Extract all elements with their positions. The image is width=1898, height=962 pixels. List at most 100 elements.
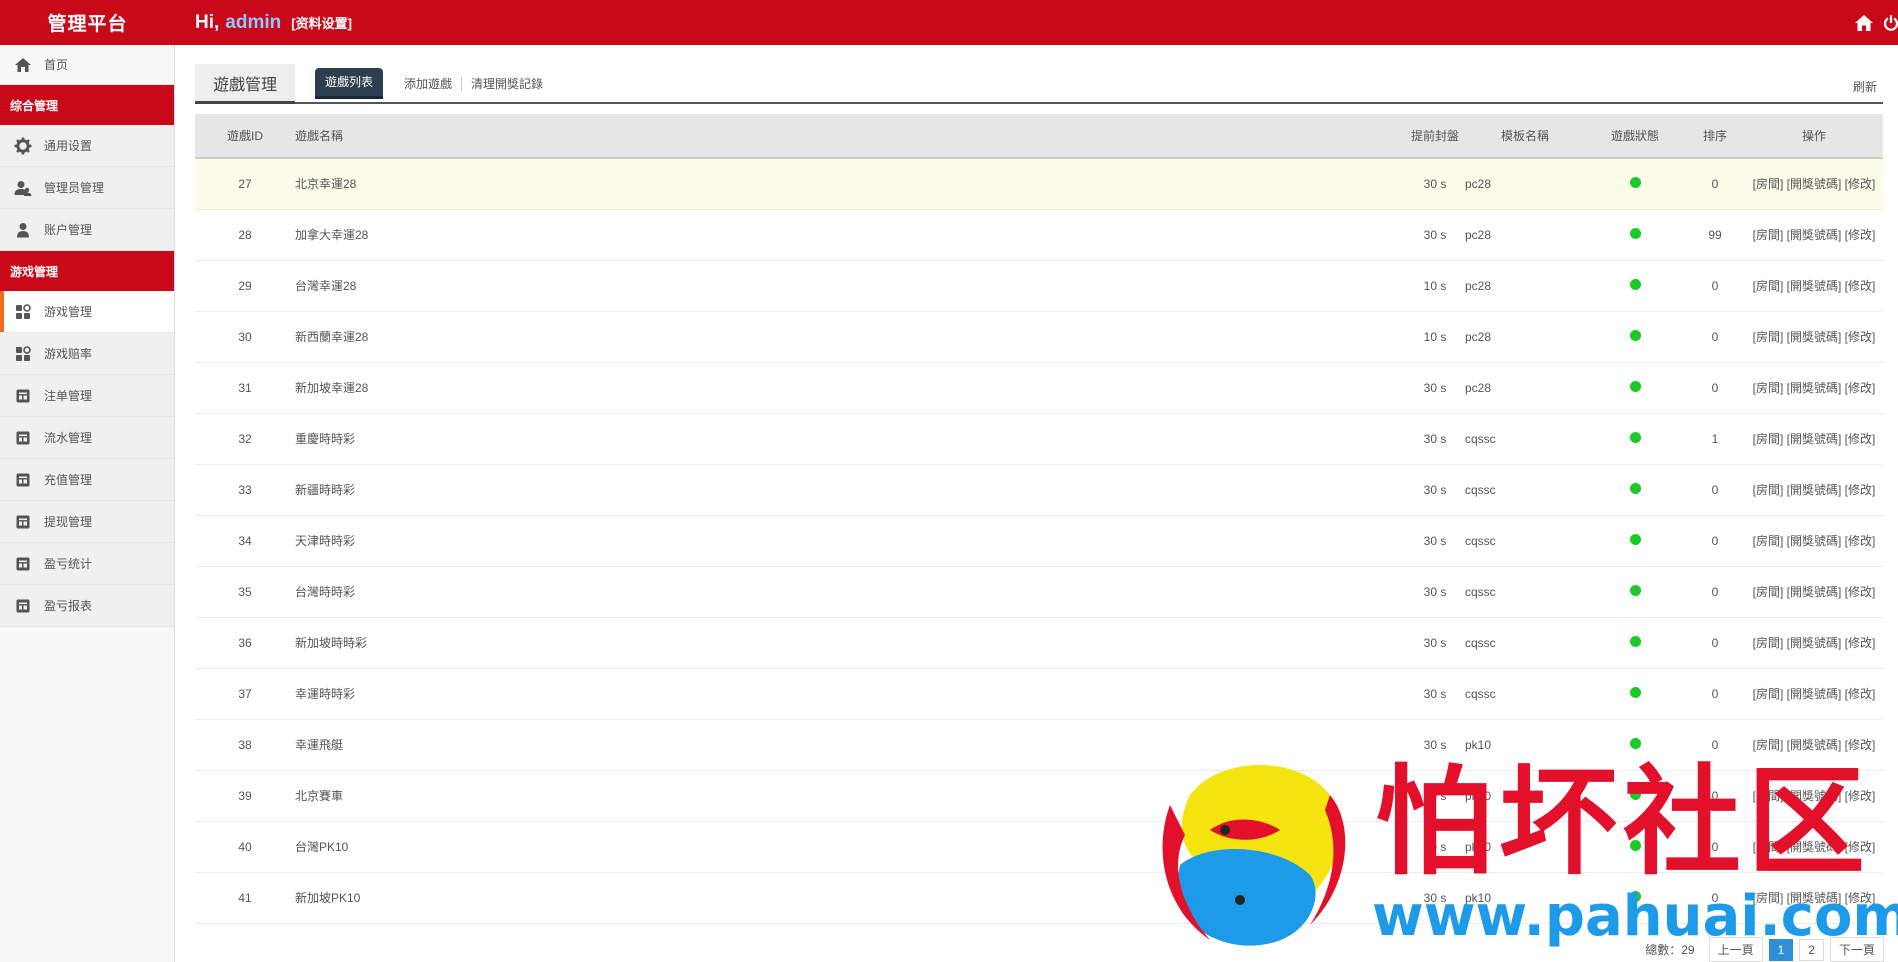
- edit-link[interactable]: [修改]: [1845, 483, 1876, 497]
- power-icon[interactable]: [1884, 14, 1898, 32]
- draw-numbers-link[interactable]: [開獎號碼]: [1787, 687, 1842, 701]
- draw-numbers-link[interactable]: [開獎號碼]: [1787, 279, 1842, 293]
- table-row: 40 台灣PK10 30 s pk10 0 [房間] [開獎號碼] [修改]: [195, 821, 1883, 873]
- edit-link[interactable]: [修改]: [1845, 534, 1876, 548]
- sidebar-item-admin-management[interactable]: 管理员管理: [0, 167, 174, 209]
- edit-link[interactable]: [修改]: [1845, 177, 1876, 191]
- edit-link[interactable]: [修改]: [1845, 585, 1876, 599]
- page-button-1[interactable]: 1: [1768, 938, 1794, 961]
- cell-game-id: 40: [195, 821, 295, 873]
- profile-settings-link[interactable]: [资料设置]: [291, 13, 352, 32]
- sidebar-item-home[interactable]: 首页: [0, 45, 174, 85]
- username[interactable]: admin: [225, 12, 281, 34]
- edit-link[interactable]: [修改]: [1845, 789, 1876, 803]
- draw-numbers-link[interactable]: [開獎號碼]: [1787, 228, 1842, 242]
- cell-close-time: 30 s: [1405, 719, 1465, 771]
- rooms-link[interactable]: [房間]: [1753, 585, 1784, 599]
- cell-game-name: 台灣PK10: [295, 821, 1405, 873]
- page-tab-game-management[interactable]: 遊戲管理: [195, 64, 295, 104]
- edit-link[interactable]: [修改]: [1845, 228, 1876, 242]
- sidebar-item-general-settings[interactable]: 通用设置: [0, 125, 174, 167]
- cell-game-id: 33: [195, 464, 295, 516]
- draw-numbers-link[interactable]: [開獎號碼]: [1787, 483, 1842, 497]
- cell-template: pc28: [1465, 158, 1585, 210]
- draw-numbers-link[interactable]: [開獎號碼]: [1787, 381, 1842, 395]
- cell-game-name: 台灣時時彩: [295, 566, 1405, 618]
- cell-template: cqssc: [1465, 464, 1585, 516]
- cell-close-time: 30 s: [1405, 668, 1465, 720]
- draw-numbers-link[interactable]: [開獎號碼]: [1787, 330, 1842, 344]
- status-dot-icon: [1629, 482, 1641, 494]
- rooms-link[interactable]: [房間]: [1753, 738, 1784, 752]
- sidebar-item-game-odds[interactable]: 游戏赔率: [0, 333, 174, 375]
- sidebar-item-profit-stats[interactable]: 盈亏统计: [0, 543, 174, 585]
- page-button-2[interactable]: 2: [1799, 938, 1824, 961]
- cell-game-name: 北京幸運28: [295, 158, 1405, 210]
- cell-sort: 99: [1685, 209, 1745, 261]
- rooms-link[interactable]: [房間]: [1753, 636, 1784, 650]
- rooms-link[interactable]: [房間]: [1753, 432, 1784, 446]
- sidebar-item-label: 流水管理: [44, 431, 93, 445]
- draw-numbers-link[interactable]: [開獎號碼]: [1787, 432, 1842, 446]
- cell-game-name: 新疆時時彩: [295, 464, 1405, 516]
- sidebar-item-label: 注单管理: [44, 389, 93, 403]
- edit-link[interactable]: [修改]: [1845, 432, 1876, 446]
- cell-actions: [房間] [開獎號碼] [修改]: [1745, 362, 1883, 414]
- edit-link[interactable]: [修改]: [1845, 381, 1876, 395]
- draw-numbers-link[interactable]: [開獎號碼]: [1787, 177, 1842, 191]
- rooms-link[interactable]: [房間]: [1753, 177, 1784, 191]
- table-row: 28 加拿大幸運28 30 s pc28 99 [房間] [開獎號碼] [修改]: [195, 209, 1883, 261]
- rooms-link[interactable]: [房間]: [1753, 687, 1784, 701]
- sidebar-item-game-management[interactable]: 游戏管理: [0, 291, 174, 333]
- draw-numbers-link[interactable]: [開獎號碼]: [1787, 840, 1842, 854]
- tab-clear-draw-records[interactable]: 清理開獎記錄: [462, 77, 552, 91]
- edit-link[interactable]: [修改]: [1845, 738, 1876, 752]
- sidebar-item-flow-management[interactable]: 流水管理: [0, 417, 174, 459]
- next-page-button[interactable]: 下一頁: [1829, 937, 1884, 962]
- edit-link[interactable]: [修改]: [1845, 840, 1876, 854]
- sidebar-item-bet-management[interactable]: 注单管理: [0, 375, 174, 417]
- cell-game-id: 27: [195, 158, 295, 210]
- draw-numbers-link[interactable]: [開獎號碼]: [1787, 738, 1842, 752]
- table-row: 31 新加坡幸運28 30 s pc28 0 [房間] [開獎號碼] [修改]: [195, 362, 1883, 414]
- edit-link[interactable]: [修改]: [1845, 279, 1876, 293]
- cell-status: [1585, 413, 1685, 465]
- sidebar-item-recharge-management[interactable]: 充值管理: [0, 459, 174, 501]
- table-header-row: 遊戲ID 遊戲名稱 提前封盤 模板名稱 遊戲狀態 排序 操作: [195, 114, 1883, 159]
- edit-link[interactable]: [修改]: [1845, 891, 1876, 905]
- prev-page-button[interactable]: 上一頁: [1708, 937, 1763, 962]
- rooms-link[interactable]: [房間]: [1753, 330, 1784, 344]
- sidebar-item-account-management[interactable]: 账户管理: [0, 209, 174, 251]
- cell-template: cqssc: [1465, 413, 1585, 465]
- rooms-link[interactable]: [房間]: [1753, 534, 1784, 548]
- draw-numbers-link[interactable]: [開獎號碼]: [1787, 891, 1842, 905]
- rooms-link[interactable]: [房間]: [1753, 228, 1784, 242]
- draw-numbers-link[interactable]: [開獎號碼]: [1787, 789, 1842, 803]
- draw-numbers-link[interactable]: [開獎號碼]: [1787, 534, 1842, 548]
- rooms-link[interactable]: [房間]: [1753, 789, 1784, 803]
- sidebar-item-withdraw-management[interactable]: 提现管理: [0, 501, 174, 543]
- cell-game-name: 新加坡幸運28: [295, 362, 1405, 414]
- status-dot-icon: [1629, 890, 1641, 902]
- tab-game-list[interactable]: 遊戲列表: [315, 68, 384, 99]
- cell-game-id: 38: [195, 719, 295, 771]
- refresh-link[interactable]: 刷新: [1853, 78, 1877, 95]
- sidebar-item-profit-report[interactable]: 盈亏报表: [0, 585, 174, 627]
- rooms-link[interactable]: [房間]: [1753, 483, 1784, 497]
- cell-template: pk10: [1465, 872, 1585, 924]
- rooms-link[interactable]: [房間]: [1753, 891, 1784, 905]
- cell-close-time: 10 s: [1405, 311, 1465, 363]
- home-icon[interactable]: [1854, 14, 1874, 32]
- cell-game-id: 39: [195, 770, 295, 822]
- edit-link[interactable]: [修改]: [1845, 687, 1876, 701]
- sidebar-item-label: 盈亏统计: [44, 557, 93, 571]
- rooms-link[interactable]: [房間]: [1753, 840, 1784, 854]
- rooms-link[interactable]: [房間]: [1753, 279, 1784, 293]
- status-dot-icon: [1629, 329, 1641, 341]
- draw-numbers-link[interactable]: [開獎號碼]: [1787, 636, 1842, 650]
- tab-add-game[interactable]: 添加遊戲: [395, 76, 463, 91]
- draw-numbers-link[interactable]: [開獎號碼]: [1787, 585, 1842, 599]
- rooms-link[interactable]: [房間]: [1753, 381, 1784, 395]
- edit-link[interactable]: [修改]: [1845, 636, 1876, 650]
- edit-link[interactable]: [修改]: [1845, 330, 1876, 344]
